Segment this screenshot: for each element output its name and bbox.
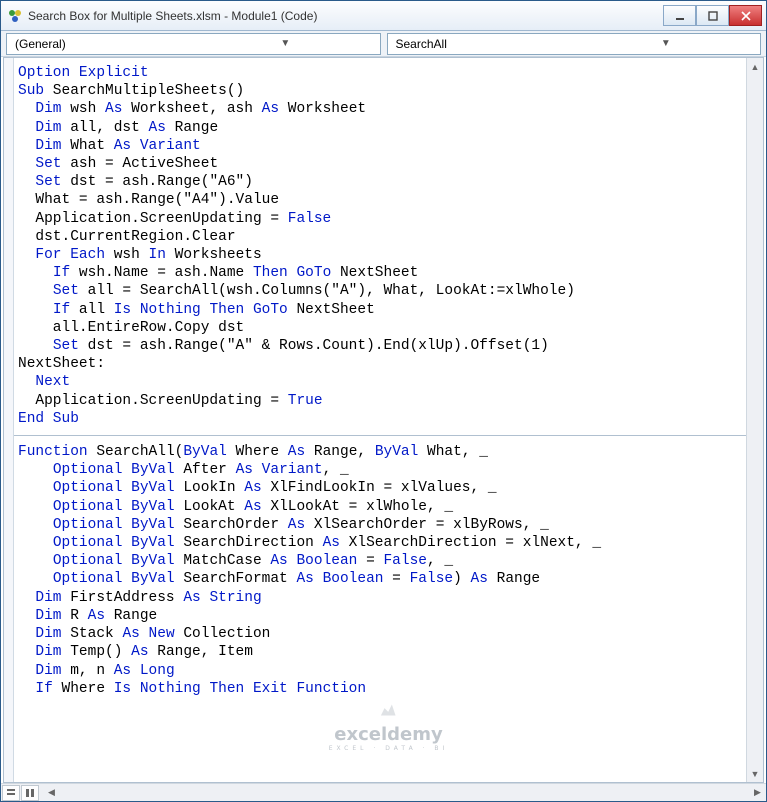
object-dropdown[interactable]: (General) ▼ — [6, 33, 381, 55]
scrollbar-track[interactable] — [747, 75, 763, 765]
horizontal-scrollbar[interactable]: ◀ ▶ — [43, 784, 766, 801]
vertical-scrollbar[interactable]: ▲ ▼ — [746, 58, 763, 782]
chevron-down-icon: ▼ — [195, 38, 375, 49]
app-icon — [7, 8, 23, 24]
scroll-right-icon[interactable]: ▶ — [749, 784, 766, 801]
margin-indicator — [4, 58, 14, 782]
full-module-view-button[interactable] — [21, 785, 39, 801]
watermark: exceldemy EXCEL · DATA · BI — [329, 699, 449, 752]
titlebar: Search Box for Multiple Sheets.xlsm - Mo… — [1, 1, 766, 31]
scroll-up-icon[interactable]: ▲ — [747, 58, 763, 75]
watermark-tag: EXCEL · DATA · BI — [329, 745, 449, 752]
statusbar: ◀ ▶ — [1, 783, 766, 801]
code-editor[interactable]: Option Explicit Sub SearchMultipleSheets… — [14, 58, 763, 434]
scroll-down-icon[interactable]: ▼ — [747, 765, 763, 782]
code-pane: Option Explicit Sub SearchMultipleSheets… — [3, 57, 764, 783]
window-title: Search Box for Multiple Sheets.xlsm - Mo… — [28, 9, 663, 23]
watermark-brand: exceldemy — [329, 724, 449, 745]
procedure-dropdown[interactable]: SearchAll ▼ — [387, 33, 762, 55]
chevron-down-icon: ▼ — [576, 38, 756, 49]
maximize-button[interactable] — [696, 5, 729, 26]
close-button[interactable] — [729, 5, 762, 26]
procedure-dropdown-value: SearchAll — [396, 37, 576, 51]
object-dropdown-value: (General) — [15, 37, 195, 51]
scroll-left-icon[interactable]: ◀ — [43, 784, 60, 801]
object-proc-bar: (General) ▼ SearchAll ▼ — [1, 31, 766, 57]
scrollbar-track[interactable] — [60, 784, 749, 801]
minimize-button[interactable] — [663, 5, 696, 26]
procedure-view-button[interactable] — [2, 785, 20, 801]
